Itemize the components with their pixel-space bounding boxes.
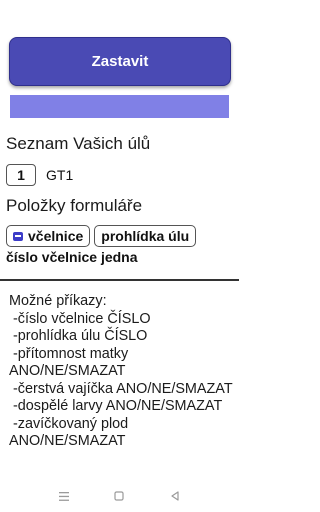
chip-prohlidka-ulu[interactable]: prohlídka úlu xyxy=(94,225,197,247)
selected-form-value: číslo včelnice jedna xyxy=(6,249,138,265)
back-icon[interactable] xyxy=(167,488,183,504)
chip-vcelnice[interactable]: včelnice xyxy=(6,225,91,247)
status-bar xyxy=(0,0,239,26)
navigation-bar xyxy=(0,480,239,512)
chip-label: včelnice xyxy=(28,228,84,244)
home-icon[interactable] xyxy=(111,488,127,504)
chip-label: prohlídka úlu xyxy=(101,228,190,244)
possible-commands-text[interactable]: Možné příkazy: -číslo včelnice ČÍSLO -pr… xyxy=(9,293,235,469)
menu-icon[interactable] xyxy=(56,488,72,504)
hive-name: GT1 xyxy=(46,167,74,183)
stop-button[interactable]: Zastavit xyxy=(9,37,231,86)
form-chip-row: včelnice prohlídka úlu xyxy=(6,225,197,247)
hive-list-title: Seznam Vašich úlů xyxy=(6,134,151,153)
hive-number-badge: 1 xyxy=(6,164,36,186)
chat-icon xyxy=(13,231,23,241)
divider xyxy=(0,279,239,281)
hive-list-item[interactable]: 1 GT1 xyxy=(6,164,73,186)
progress-bar xyxy=(10,95,229,118)
form-items-title: Položky formuláře xyxy=(6,196,143,215)
